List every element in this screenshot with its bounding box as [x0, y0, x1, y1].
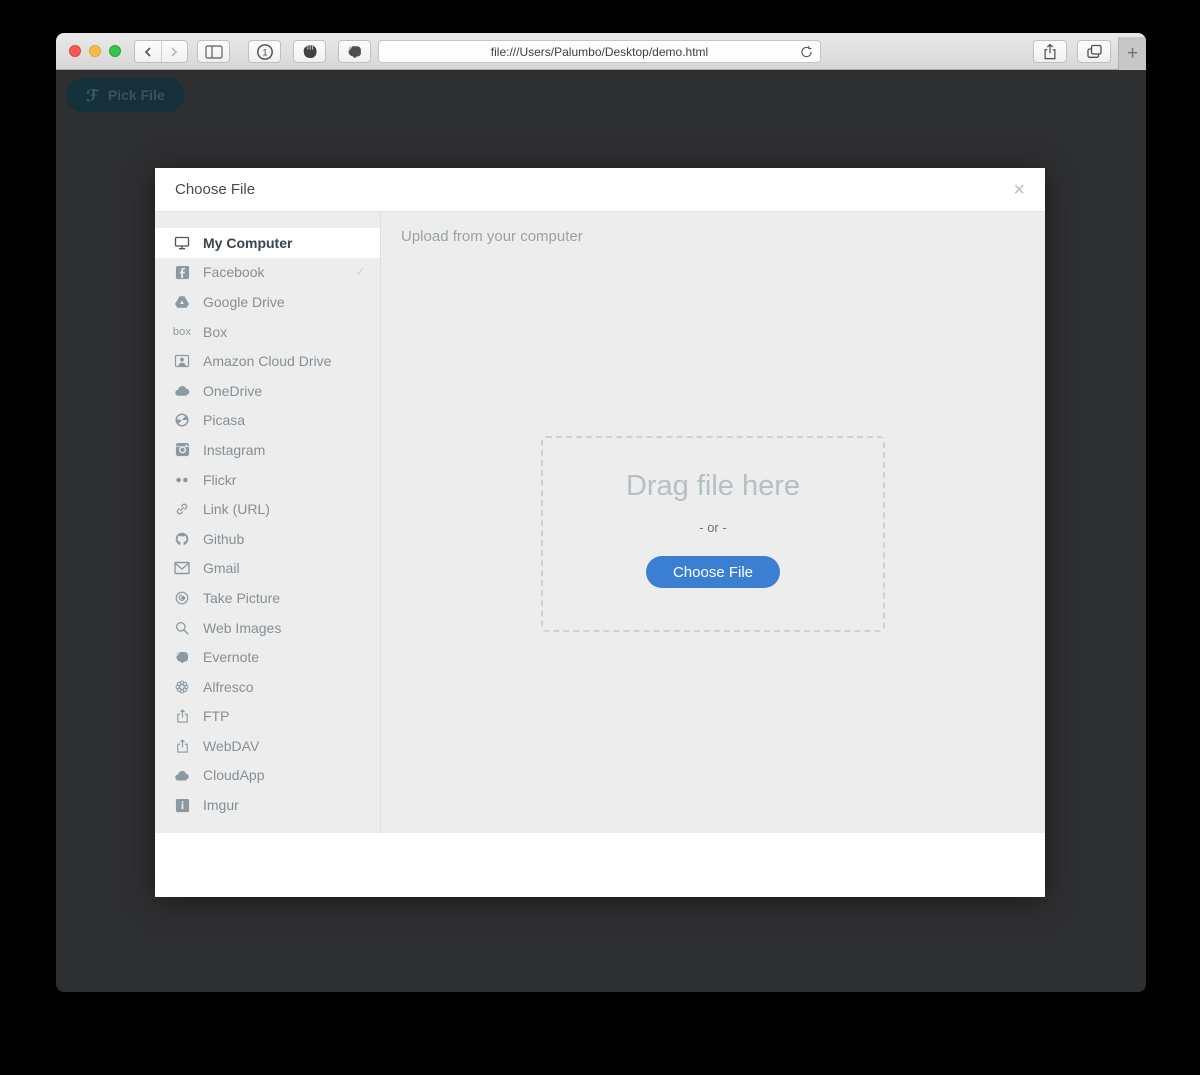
sidebar-item-imgur[interactable]: Imgur — [155, 790, 380, 820]
minimize-window-button[interactable] — [89, 45, 101, 57]
address-bar[interactable]: file:///Users/Palumbo/Desktop/demo.html — [378, 40, 821, 63]
filepicker-logo-icon: ℱ — [86, 85, 99, 105]
evernote-extension-button[interactable] — [338, 40, 371, 63]
pick-file-button[interactable]: ℱ Pick File — [66, 78, 185, 112]
sidebar-item-onedrive[interactable]: OneDrive — [155, 376, 380, 406]
browser-toolbar: 1 file:///Users/Palumbo/Desktop/demo.htm… — [56, 33, 1146, 70]
camera-lens-icon — [173, 590, 191, 606]
dialog-body: My Computer Facebook ✓ Google Drive box — [155, 212, 1045, 833]
sidebar-toggle-icon — [204, 44, 223, 59]
sidebar-item-amazon-cloud-drive[interactable]: Amazon Cloud Drive — [155, 346, 380, 376]
drag-file-label: Drag file here — [625, 470, 801, 502]
dialog-title: Choose File — [175, 181, 256, 198]
dialog-header: Choose File × — [155, 168, 1045, 212]
zoom-window-button[interactable] — [109, 45, 121, 57]
sidebar-item-instagram[interactable]: Instagram — [155, 435, 380, 465]
dialog-footer — [155, 833, 1045, 897]
sidebar-toggle-button[interactable] — [197, 40, 230, 63]
choose-file-dialog: Choose File × My Computer Facebook ✓ Goo… — [155, 168, 1045, 897]
instagram-camera-icon — [173, 442, 191, 458]
check-icon: ✓ — [355, 264, 366, 280]
link-icon — [173, 501, 191, 517]
sidebar-item-box[interactable]: box Box — [155, 317, 380, 347]
traffic-lights — [69, 45, 121, 57]
flickr-dots-icon — [173, 472, 191, 488]
onepassword-extension-button[interactable]: 1 — [248, 40, 281, 63]
hand-extension-icon — [303, 44, 316, 58]
pick-file-label: Pick File — [107, 87, 165, 103]
hand-extension-button[interactable] — [293, 40, 326, 63]
url-text: file:///Users/Palumbo/Desktop/demo.html — [490, 44, 709, 59]
or-label: - or - — [699, 520, 727, 535]
monitor-icon — [173, 235, 191, 251]
sidebar-item-ftp[interactable]: FTP — [155, 702, 380, 732]
sidebar-item-take-picture[interactable]: Take Picture — [155, 583, 380, 613]
sidebar-item-google-drive[interactable]: Google Drive — [155, 287, 380, 317]
picasa-shutter-icon — [173, 412, 191, 428]
gmail-envelope-icon — [173, 560, 191, 576]
sidebar-item-webdav[interactable]: WebDAV — [155, 731, 380, 761]
tab-overview-button[interactable] — [1077, 40, 1111, 63]
sidebar-item-gmail[interactable]: Gmail — [155, 554, 380, 584]
svg-text:1: 1 — [262, 47, 267, 57]
share-button[interactable] — [1033, 40, 1067, 63]
box-logo-icon: box — [172, 325, 192, 338]
sidebar-item-web-images[interactable]: Web Images — [155, 613, 380, 643]
browser-window: 1 file:///Users/Palumbo/Desktop/demo.htm… — [56, 33, 1146, 992]
sidebar-item-alfresco[interactable]: Alfresco — [155, 672, 380, 702]
cloud-filled-icon — [173, 767, 191, 783]
onepassword-icon: 1 — [256, 43, 273, 60]
imgur-icon — [173, 797, 191, 813]
close-window-button[interactable] — [69, 45, 81, 57]
file-dropzone[interactable]: Drag file here - or - Choose File — [541, 436, 885, 632]
sidebar-item-picasa[interactable]: Picasa — [155, 406, 380, 436]
close-icon[interactable]: × — [1013, 180, 1025, 200]
upload-box-icon — [173, 708, 191, 724]
evernote-elephant-icon — [173, 649, 191, 665]
sidebar-item-cloudapp[interactable]: CloudApp — [155, 761, 380, 791]
reload-button[interactable] — [800, 45, 813, 64]
upload-box-icon — [173, 738, 191, 754]
forward-icon — [171, 46, 178, 57]
upload-panel: Upload from your computer Drag file here… — [381, 212, 1045, 833]
facebook-icon — [173, 264, 191, 280]
sidebar-item-evernote[interactable]: Evernote — [155, 642, 380, 672]
choose-file-button[interactable]: Choose File — [645, 556, 781, 588]
back-icon — [144, 46, 151, 57]
github-octocat-icon — [173, 531, 191, 547]
sidebar-item-github[interactable]: Github — [155, 524, 380, 554]
sidebar-item-link-url[interactable]: Link (URL) — [155, 494, 380, 524]
upload-panel-title: Upload from your computer — [401, 228, 583, 245]
search-icon — [173, 620, 191, 636]
back-button[interactable] — [135, 41, 161, 62]
source-sidebar: My Computer Facebook ✓ Google Drive box — [155, 212, 381, 833]
onedrive-cloud-icon — [173, 383, 191, 399]
tab-overview-icon — [1086, 44, 1102, 58]
sidebar-item-my-computer[interactable]: My Computer — [155, 228, 380, 258]
google-drive-icon — [173, 294, 191, 310]
page-content: ℱ Pick File Choose File × My Computer Fa… — [56, 70, 1146, 992]
sidebar-item-facebook[interactable]: Facebook ✓ — [155, 258, 380, 288]
alfresco-flower-icon — [173, 679, 191, 695]
nav-buttons — [134, 40, 188, 63]
forward-button[interactable] — [160, 41, 187, 62]
evernote-extension-icon — [348, 46, 361, 58]
share-icon — [1044, 43, 1056, 60]
amazon-cloud-drive-icon — [173, 353, 191, 369]
new-tab-icon: + — [1126, 42, 1139, 64]
new-tab-button[interactable]: + — [1118, 37, 1146, 70]
reload-icon — [801, 46, 812, 58]
sidebar-item-flickr[interactable]: Flickr — [155, 465, 380, 495]
